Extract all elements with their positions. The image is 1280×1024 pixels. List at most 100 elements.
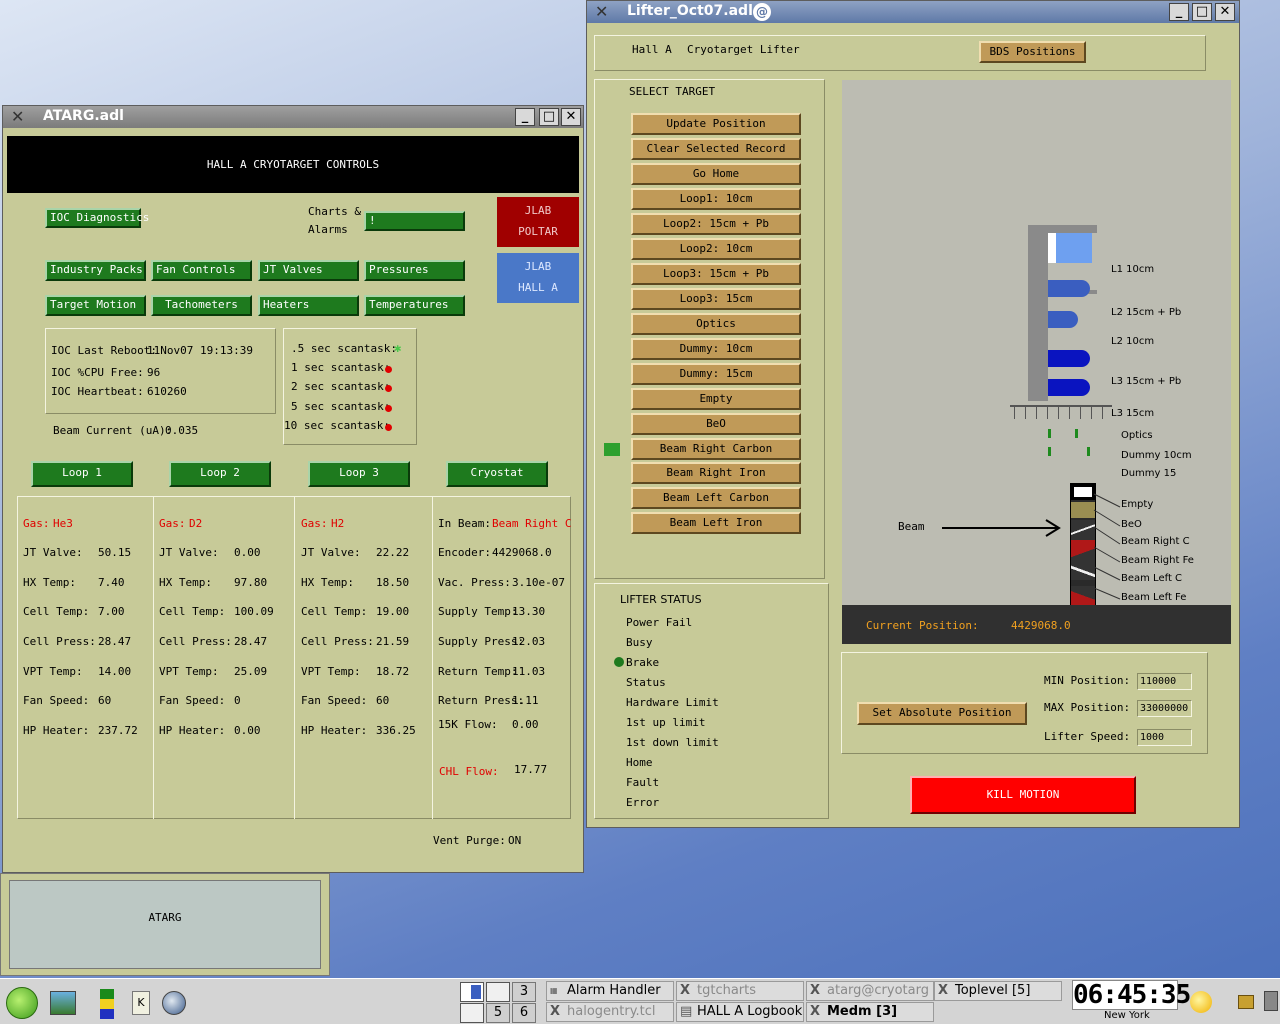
beam-left-carbon-button[interactable]: Beam Left Carbon <box>631 487 801 509</box>
weather-icon[interactable] <box>1190 991 1212 1013</box>
divider-1 <box>153 496 154 819</box>
workspace-3[interactable]: 3 <box>512 982 536 1002</box>
min-position-field[interactable]: 110000 <box>1137 673 1192 690</box>
loop3-15cm-pb-button[interactable]: Loop3: 15cm + Pb <box>631 263 801 285</box>
target-motion-button[interactable]: Target Motion <box>45 295 146 316</box>
workspace-5[interactable]: 5 <box>486 1003 510 1023</box>
dummy-10cm-button[interactable]: Dummy: 10cm <box>631 338 801 360</box>
task-alarm-handler[interactable]: ▦ Alarm Handler <box>546 981 674 1001</box>
maximize-button[interactable]: □ <box>539 108 559 126</box>
loop1-button[interactable]: Loop 1 <box>31 461 133 487</box>
task-toplevel[interactable]: X Toplevel [5] <box>934 981 1062 1001</box>
main-menu-icon[interactable] <box>6 987 38 1019</box>
dummy-15cm-marks <box>1048 447 1090 456</box>
lifter-speed-field[interactable]: 1000 <box>1137 729 1192 746</box>
cryostat-button[interactable]: Cryostat <box>446 461 548 487</box>
set-absolute-position-button[interactable]: Set Absolute Position <box>857 702 1027 725</box>
loop2-10cm-button[interactable]: Loop2: 10cm <box>631 238 801 260</box>
charts-alarms-button[interactable]: ! <box>364 211 465 231</box>
jt-valves-button[interactable]: JT Valves <box>258 260 359 281</box>
beam-right-carbon-button[interactable]: Beam Right Carbon <box>631 438 801 460</box>
halla-line2: HALL A <box>518 281 558 294</box>
image-viewer-icon[interactable] <box>50 991 76 1015</box>
flow-15k-label: 15K Flow: <box>438 718 498 731</box>
beo-button[interactable]: BeO <box>631 413 801 435</box>
loop3-15cm-button[interactable]: Loop3: 15cm <box>631 288 801 310</box>
clock-time: 06:45:35 <box>1073 980 1191 1010</box>
minimize-button[interactable]: _ <box>1169 3 1189 21</box>
jlab-halla-button[interactable]: JLAB HALL A <box>497 253 579 303</box>
task-medm[interactable]: X Medm [3] <box>806 1002 934 1022</box>
bds-positions-button[interactable]: BDS Positions <box>979 41 1086 63</box>
task-halogentry[interactable]: Xhalogentry.tcl <box>546 1002 674 1022</box>
close-button[interactable]: ✕ <box>1215 3 1235 21</box>
label-optics: Optics <box>1121 430 1153 441</box>
dummy-15cm-button[interactable]: Dummy: 15cm <box>631 363 801 385</box>
task-hall-a-logbook[interactable]: ▤ HALL A Logbook <box>676 1002 804 1022</box>
loop2-button[interactable]: Loop 2 <box>169 461 271 487</box>
status-fault: Fault <box>626 776 660 789</box>
scantask-1-label: 1 sec scantask: <box>291 361 391 374</box>
atarg-titlebar[interactable]: ✕ ATARG.adl _ □ ✕ <box>3 106 583 128</box>
beam-right-iron-button[interactable]: Beam Right Iron <box>631 462 801 484</box>
atarg-mini-label: ATARG <box>148 911 182 924</box>
ioc-diagnostics-button[interactable]: IOC Diagnostics <box>45 208 149 228</box>
loop3-gas-label: Gas: <box>301 517 328 530</box>
close-button[interactable]: ✕ <box>561 108 581 126</box>
status-1st-down-limit: 1st down limit <box>626 736 719 749</box>
update-position-button[interactable]: Update Position <box>631 113 801 135</box>
status-power-fail: Power Fail <box>626 616 693 629</box>
pager-desktop-1[interactable] <box>460 982 484 1002</box>
jlab-poltar-button[interactable]: JLAB POLTAR <box>497 197 579 247</box>
temperatures-button[interactable]: Temperatures <box>364 295 465 316</box>
lock-icon[interactable] <box>1238 995 1254 1009</box>
minimize-button[interactable]: _ <box>515 108 535 126</box>
x-icon: X <box>810 1004 821 1019</box>
atarg-content: HALL A CRYOTARGET CONTROLS IOC Diagnosti… <box>3 128 583 872</box>
clipboard-icon[interactable]: K <box>132 991 150 1015</box>
go-home-button[interactable]: Go Home <box>631 163 801 185</box>
max-position-field[interactable]: 33000000 <box>1137 700 1192 717</box>
optics-button[interactable]: Optics <box>631 313 801 335</box>
beam-label: Beam <box>898 520 925 533</box>
beam-left-iron-button[interactable]: Beam Left Iron <box>631 512 801 534</box>
task-atarg-cryotarg[interactable]: Xatarg@cryotarg <box>806 981 934 1001</box>
atarg-mini-window[interactable]: ATARG <box>0 873 330 976</box>
maximize-button[interactable]: □ <box>1192 3 1212 21</box>
workspace-6[interactable]: 6 <box>512 1003 536 1023</box>
pager-desktop-2[interactable] <box>486 982 510 1002</box>
scantask-05-label: .5 sec scantask: <box>291 342 397 355</box>
pressures-button[interactable]: Pressures <box>364 260 465 281</box>
label-beo: BeO <box>1121 519 1142 530</box>
tachometers-button[interactable]: Tachometers <box>151 295 252 316</box>
kill-motion-label: KILL MOTION <box>986 788 1060 801</box>
l2-15cm-pb-cell <box>1048 280 1090 297</box>
divider-3 <box>432 496 433 819</box>
heaters-button[interactable]: Heaters <box>258 295 359 316</box>
kill-motion-button[interactable]: KILL MOTION <box>910 776 1136 814</box>
status-1st-up-limit: 1st up limit <box>626 716 706 729</box>
loop2-15cm-pb-button[interactable]: Loop2: 15cm + Pb <box>631 213 801 235</box>
l1-cell <box>1048 233 1092 263</box>
loop3-button[interactable]: Loop 3 <box>308 461 410 487</box>
loop1-hx-label: HX Temp: <box>23 576 76 589</box>
logout-icon[interactable] <box>1264 991 1278 1011</box>
task-tgtcharts[interactable]: Xtgtcharts <box>676 981 804 1001</box>
loop2-fan-value: 0 <box>234 694 241 707</box>
lifter-titlebar[interactable]: ✕ Lifter_Oct07.adl @ _ □ ✕ <box>587 1 1239 23</box>
loop1-10cm-button[interactable]: Loop1: 10cm <box>631 188 801 210</box>
globe-icon[interactable] <box>162 991 186 1015</box>
empty-button[interactable]: Empty <box>631 388 801 410</box>
fan-controls-button[interactable]: Fan Controls <box>151 260 252 281</box>
pager-desktop-4[interactable] <box>460 1003 484 1023</box>
current-position-label: Current Position: <box>866 619 979 632</box>
loop3-gas-value: H2 <box>331 517 345 530</box>
chl-flow-value: 17.77 <box>514 763 548 776</box>
loop2-cell-temp-label: Cell Temp: <box>159 605 226 618</box>
office-icon[interactable] <box>100 989 114 1019</box>
industry-packs-button[interactable]: Industry Packs <box>45 260 146 281</box>
label-l2-10cm: L2 10cm <box>1111 336 1155 347</box>
loop1-vpt-label: VPT Temp: <box>23 665 83 678</box>
clear-selected-record-button[interactable]: Clear Selected Record <box>631 138 801 160</box>
current-position-value: 4429068.0 <box>1011 619 1071 632</box>
